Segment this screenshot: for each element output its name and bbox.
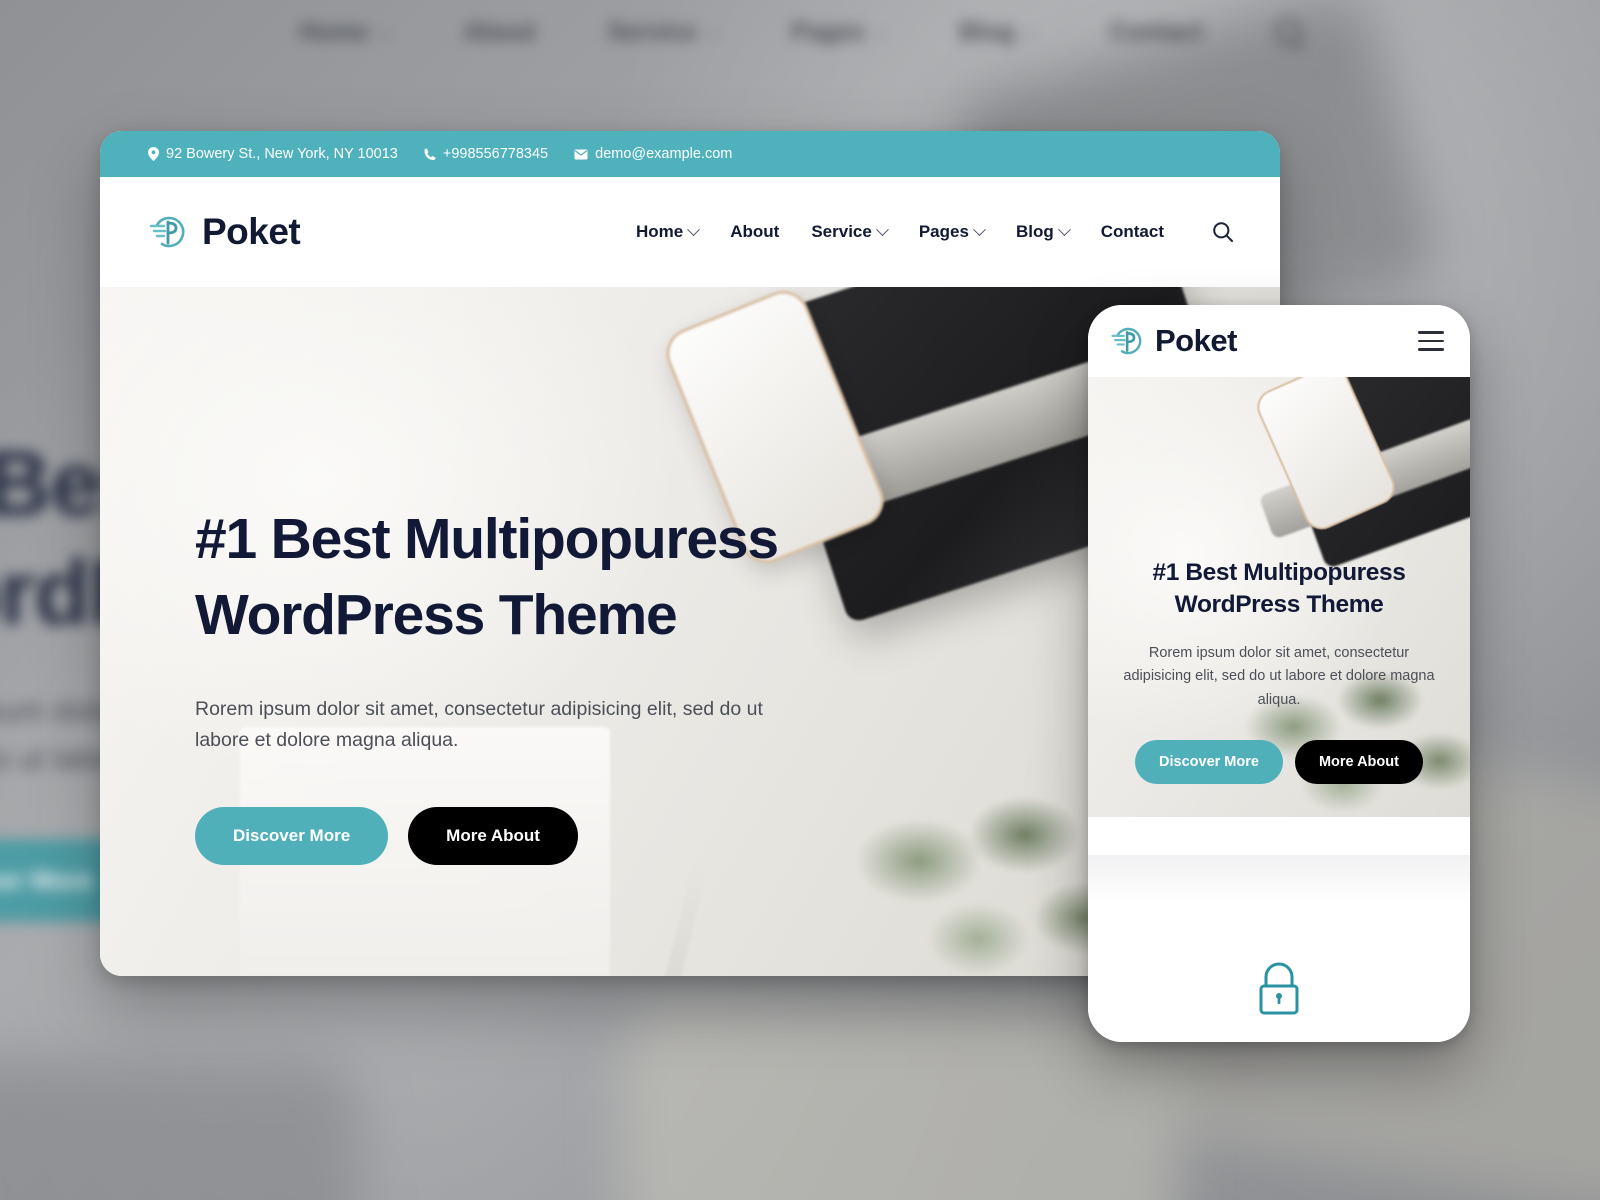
map-pin-icon — [148, 147, 159, 161]
brand-name: Poket — [202, 211, 301, 252]
background-nav-item-home: Home ⌄ — [299, 18, 391, 47]
mobile-brand-name: Poket — [1155, 323, 1237, 358]
more-about-button[interactable]: More About — [408, 807, 578, 866]
envelope-icon — [574, 149, 588, 159]
nav-item-label: Contact — [1100, 222, 1164, 241]
top-contact-bar: 92 Bowery St., New York, NY 10013 +99855… — [100, 131, 1280, 177]
screenshot-stage: Home ⌄ About Service ⌄ Pages ⌄ Blog ⌄ Co… — [0, 0, 1600, 1200]
contact-address-label: 92 Bowery St., New York, NY 10013 — [166, 146, 398, 162]
mobile-discover-more-button[interactable]: Discover More — [1135, 740, 1283, 785]
hero-buttons: Discover More More About — [195, 807, 855, 866]
nav-item-blog[interactable]: Blog — [1015, 222, 1071, 242]
mobile-hero-heading: #1 Best Multipopuress WordPress Theme — [1152, 559, 1406, 619]
mobile-more-about-button[interactable]: More About — [1294, 740, 1423, 785]
poket-logo-icon — [149, 216, 185, 248]
mobile-lock-area — [1088, 960, 1470, 1020]
nav-item-contact[interactable]: Contact — [1101, 222, 1164, 242]
chevron-down-icon — [973, 222, 986, 236]
chevron-down-icon — [687, 222, 701, 236]
hamburger-bar — [1418, 331, 1444, 334]
hero-heading-line2: WordPress Theme — [195, 582, 678, 647]
nav-item-label: About — [730, 222, 780, 241]
mobile-hero-paragraph: Rorem ipsum dolor sit amet, consectetur … — [1123, 644, 1435, 708]
nav-item-about[interactable]: About — [730, 222, 779, 242]
background-nav-item-blog: Blog ⌄ — [959, 18, 1037, 47]
hamburger-bar — [1418, 339, 1444, 343]
mobile-brand-logo[interactable]: Poket — [1110, 323, 1237, 359]
background-nav-item-contact: Contact — [1110, 18, 1203, 47]
mobile-hero-buttons: Discover More More About — [1106, 740, 1452, 785]
contact-address[interactable]: 92 Bowery St., New York, NY 10013 — [148, 146, 398, 162]
background-nav-label: Contact — [1109, 17, 1203, 46]
search-button[interactable] — [1206, 215, 1240, 249]
nav-item-pages[interactable]: Pages — [918, 222, 986, 242]
background-nav-label: Home — [299, 17, 369, 46]
chevron-down-icon: ⌄ — [874, 24, 888, 41]
poket-logo-icon — [1111, 327, 1142, 355]
nav-item-service[interactable]: Service — [811, 222, 889, 242]
mobile-hero-content: #1 Best Multipopuress WordPress Theme Ro… — [1088, 557, 1470, 785]
background-nav: Home ⌄ About Service ⌄ Pages ⌄ Blog ⌄ Co… — [0, 0, 1600, 64]
background-nav-label: Blog — [959, 17, 1015, 46]
phone-icon — [424, 148, 436, 160]
discover-more-button[interactable]: Discover More — [195, 807, 389, 866]
contact-email[interactable]: demo@example.com — [574, 146, 732, 162]
chevron-down-icon: ⌄ — [378, 24, 392, 41]
background-nav-label: Service — [607, 17, 697, 46]
background-nav-label: Pages — [791, 17, 865, 46]
hero-heading-line1: #1 Best Multipopuress — [195, 507, 779, 571]
nav-item-label: Pages — [918, 222, 969, 241]
chevron-down-icon — [875, 222, 889, 236]
background-nav-item-pages: Pages ⌄ — [791, 18, 887, 47]
nav-item-label: Home — [636, 222, 684, 241]
mobile-hero: #1 Best Multipopuress WordPress Theme Ro… — [1088, 377, 1470, 817]
desktop-main-menu: Home About Service Pages Blog Contact — [636, 215, 1240, 249]
hero-heading: #1 Best Multipopuress WordPress Theme — [195, 502, 855, 654]
background-nav-item-about: About — [463, 18, 535, 47]
mobile-preview-card: Poket #1 Best Multipopuress WordPress Th… — [1088, 305, 1470, 1042]
contact-email-label: demo@example.com — [595, 146, 733, 162]
chevron-down-icon — [1057, 222, 1071, 236]
background-nav-label: About — [463, 17, 536, 46]
mobile-body-section — [1088, 817, 1470, 1042]
brand-logo[interactable]: Poket — [148, 211, 301, 253]
desktop-navbar: Poket Home About Service Pages Blog Cont… — [100, 177, 1280, 287]
nav-item-home[interactable]: Home — [636, 222, 701, 242]
contact-phone[interactable]: +998556778345 — [424, 146, 548, 162]
mobile-section-divider — [1088, 855, 1470, 903]
contact-phone-label: +998556778345 — [442, 146, 549, 162]
hamburger-menu-icon[interactable] — [1418, 331, 1444, 351]
chevron-down-icon: ⌄ — [706, 24, 720, 41]
search-icon — [1274, 19, 1301, 45]
search-icon — [1213, 222, 1233, 242]
background-nav-item-service: Service ⌄ — [608, 18, 720, 47]
hero-paragraph: Rorem ipsum dolor sit amet, consectetur … — [195, 697, 763, 752]
lock-icon — [1259, 962, 1299, 1015]
chevron-down-icon: ⌄ — [1024, 24, 1038, 41]
hamburger-bar — [1418, 348, 1444, 351]
hero-content: #1 Best Multipopuress WordPress Theme Ro… — [195, 502, 855, 866]
nav-item-label: Blog — [1015, 222, 1054, 241]
mobile-navbar: Poket — [1088, 305, 1470, 377]
nav-item-label: Service — [811, 222, 872, 241]
